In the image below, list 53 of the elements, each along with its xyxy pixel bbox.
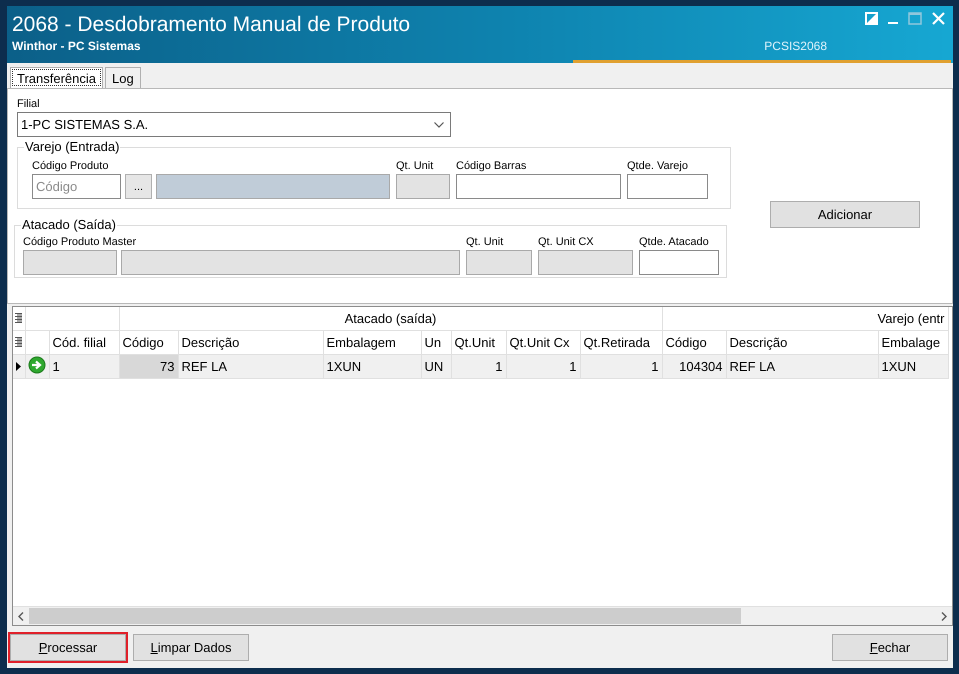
input-field[interactable] [639, 250, 719, 275]
input-field[interactable] [456, 174, 621, 199]
field-label: Qt. Unit CX [538, 236, 595, 249]
window-subtitle: Winthor - PC Sistemas [12, 39, 142, 53]
current-row-icon [16, 362, 22, 371]
table-cell: 1 [580, 354, 662, 378]
field-label: Qt. Unit [466, 236, 504, 249]
scroll-right-icon[interactable] [941, 612, 947, 620]
group-legend: Varejo (Entrada) [24, 139, 120, 155]
action-button[interactable]: Fechar [832, 634, 948, 660]
table-cell: 1XUN [878, 354, 948, 378]
column-group-header: Varejo (entr [662, 307, 948, 330]
readonly-field [396, 174, 450, 199]
branch-dropdown[interactable]: 1-PC SISTEMAS S.A. [17, 112, 451, 137]
action-button[interactable]: Limpar Dados [133, 634, 249, 660]
field-label: Qt. Unit [396, 160, 434, 173]
table-cell: UN [421, 354, 451, 378]
table-cell: 1XUN [323, 354, 421, 378]
field-label: Código Barras [456, 160, 528, 173]
table-cell: 1 [49, 354, 119, 378]
readonly-field [466, 250, 532, 275]
maximize-icon [908, 12, 922, 25]
scroll-left-icon[interactable] [18, 612, 24, 620]
field-label: Código Produto Master [23, 236, 138, 249]
tab[interactable]: Log [105, 67, 141, 88]
input-field[interactable] [627, 174, 708, 199]
add-button[interactable]: Adicionar [770, 201, 920, 228]
field-label: Qtde. Atacado [639, 236, 710, 249]
table-cell: 104304 [662, 354, 726, 378]
browse-button[interactable]: ... [125, 174, 152, 199]
tab[interactable]: Transferência [10, 67, 103, 88]
table-cell: 1 [506, 354, 580, 378]
restore-icon[interactable] [865, 12, 878, 25]
close-icon[interactable] [932, 12, 945, 25]
table-cell: REF LA [178, 354, 323, 378]
column-chooser-icon[interactable] [15, 313, 22, 323]
horizontal-scrollbar[interactable] [13, 606, 952, 625]
table-cell: 73 [119, 354, 178, 378]
scroll-thumb[interactable] [29, 608, 741, 624]
program-code: PCSIS2068 [764, 39, 827, 53]
field-label: Filial [17, 98, 40, 110]
table-cell: 1 [451, 354, 506, 378]
field-label: Código Produto [32, 160, 110, 173]
chevron-icon [434, 122, 444, 128]
column-chooser-icon[interactable] [15, 337, 22, 347]
group-legend: Atacado (Saída) [21, 217, 117, 233]
field-label: Qtde. Varejo [627, 160, 689, 173]
window-title: 2068 - Desdobramento Manual de Produto [12, 12, 410, 37]
arrow-circle-icon [28, 356, 46, 374]
column-group-header: Atacado (saída) [119, 307, 662, 330]
action-button[interactable]: Processar [10, 634, 126, 660]
table-cell: REF LA [726, 354, 878, 378]
code-field[interactable]: Código [32, 174, 121, 199]
